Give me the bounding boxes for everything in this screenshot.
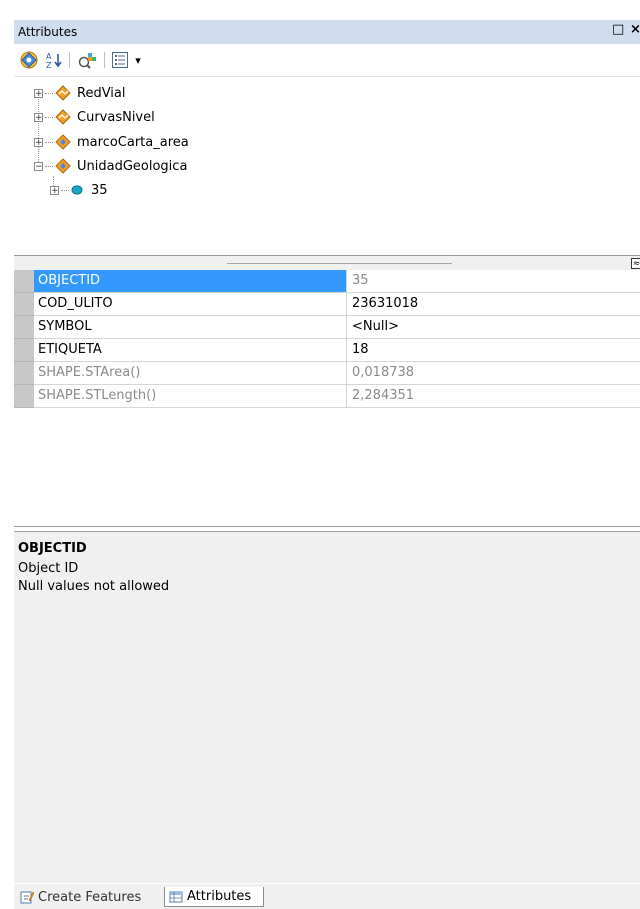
create-features-icon: [20, 891, 34, 904]
toolbar-separator: [104, 52, 105, 68]
layer-label: CurvasNivel: [77, 109, 155, 125]
layer-label: marcoCarta_area: [77, 134, 189, 150]
row-header: [14, 293, 34, 316]
row-header: [14, 362, 34, 385]
collapse-up-icon[interactable]: ≈: [631, 258, 640, 269]
field-value[interactable]: <Null>: [347, 316, 640, 339]
attributes-table-icon: [169, 891, 183, 902]
field-name[interactable]: SHAPE.STLength(): [34, 385, 347, 408]
window-tabs: Create Features Attributes: [14, 884, 640, 909]
layer-tree: + RedVial + CurvasNivel + marcoCarta_are…: [14, 78, 640, 256]
select-features-icon[interactable]: [76, 50, 98, 70]
pane-splitter[interactable]: ≈: [14, 256, 640, 270]
options-dropdown-arrow[interactable]: ▾: [132, 50, 144, 70]
expand-icon[interactable]: +: [34, 137, 43, 147]
row-header: [14, 316, 34, 339]
collapse-icon[interactable]: −: [34, 161, 43, 171]
tab-attributes[interactable]: Attributes: [164, 887, 264, 907]
field-name[interactable]: SHAPE.STArea(): [34, 362, 347, 385]
field-value: 35: [347, 270, 640, 293]
tree-feature-35[interactable]: + 35: [50, 180, 108, 200]
description-text: Null values not allowed: [18, 579, 170, 594]
tree-layer-curvasnivel[interactable]: + CurvasNivel: [34, 107, 155, 127]
layer-label: RedVial: [77, 85, 126, 101]
list-by-layer-icon[interactable]: [18, 50, 40, 70]
attribute-grid: OBJECTID 35 COD_ULITO 23631018 SYMBOL <N…: [14, 270, 640, 527]
close-button[interactable]: ×: [630, 22, 640, 37]
attribute-row[interactable]: OBJECTID 35: [14, 270, 640, 293]
layer-icon: [55, 85, 71, 101]
description-title: OBJECTID: [18, 541, 87, 556]
field-value[interactable]: 18: [347, 339, 640, 362]
field-name[interactable]: SYMBOL: [34, 316, 347, 339]
tree-layer-redvial[interactable]: + RedVial: [34, 83, 126, 103]
tab-label: Attributes: [187, 889, 252, 904]
attribute-row[interactable]: SYMBOL <Null>: [14, 316, 640, 339]
field-description-pane: OBJECTID Object ID Null values not allow…: [14, 531, 640, 883]
toolbar: A Z ▾: [14, 46, 640, 77]
field-value[interactable]: 23631018: [347, 293, 640, 316]
field-name[interactable]: ETIQUETA: [34, 339, 347, 362]
svg-text:A: A: [46, 52, 52, 61]
field-name[interactable]: COD_ULITO: [34, 293, 347, 316]
toolbar-separator: [69, 52, 70, 68]
restore-button[interactable]: □: [612, 22, 624, 37]
field-name[interactable]: OBJECTID: [34, 270, 347, 293]
attribute-row[interactable]: SHAPE.STLength() 2,284351: [14, 385, 640, 408]
expand-icon[interactable]: +: [34, 112, 43, 122]
row-header: [14, 339, 34, 362]
panel-title: Attributes: [18, 25, 78, 39]
description-text: Object ID: [18, 561, 79, 576]
feature-icon: [71, 185, 83, 195]
field-value: 0,018738: [347, 362, 640, 385]
sort-alphabetical-icon[interactable]: A Z: [44, 50, 64, 70]
panel-titlebar: Attributes □ ×: [14, 20, 640, 44]
attribute-row[interactable]: ETIQUETA 18: [14, 339, 640, 362]
splitter-grip: [227, 263, 452, 264]
row-header: [14, 270, 34, 293]
layer-label: UnidadGeologica: [77, 158, 188, 174]
tree-layer-marcocarta-area[interactable]: + marcoCarta_area: [34, 132, 189, 152]
field-value: 2,284351: [347, 385, 640, 408]
polygon-layer-icon: [55, 134, 71, 150]
tab-label: Create Features: [38, 889, 142, 905]
attribute-row[interactable]: SHAPE.STArea() 0,018738: [14, 362, 640, 385]
polygon-layer-icon: [55, 158, 71, 174]
feature-label: 35: [91, 182, 108, 198]
tree-layer-unidadgeologica[interactable]: − UnidadGeologica: [34, 156, 187, 176]
attribute-row[interactable]: COD_ULITO 23631018: [14, 293, 640, 316]
row-header: [14, 385, 34, 408]
svg-text:Z: Z: [46, 61, 52, 69]
expand-icon[interactable]: +: [34, 88, 43, 98]
options-menu-icon[interactable]: [110, 50, 130, 70]
layer-icon: [55, 109, 71, 125]
expand-icon[interactable]: +: [50, 185, 59, 195]
tab-create-features[interactable]: Create Features: [16, 887, 168, 907]
